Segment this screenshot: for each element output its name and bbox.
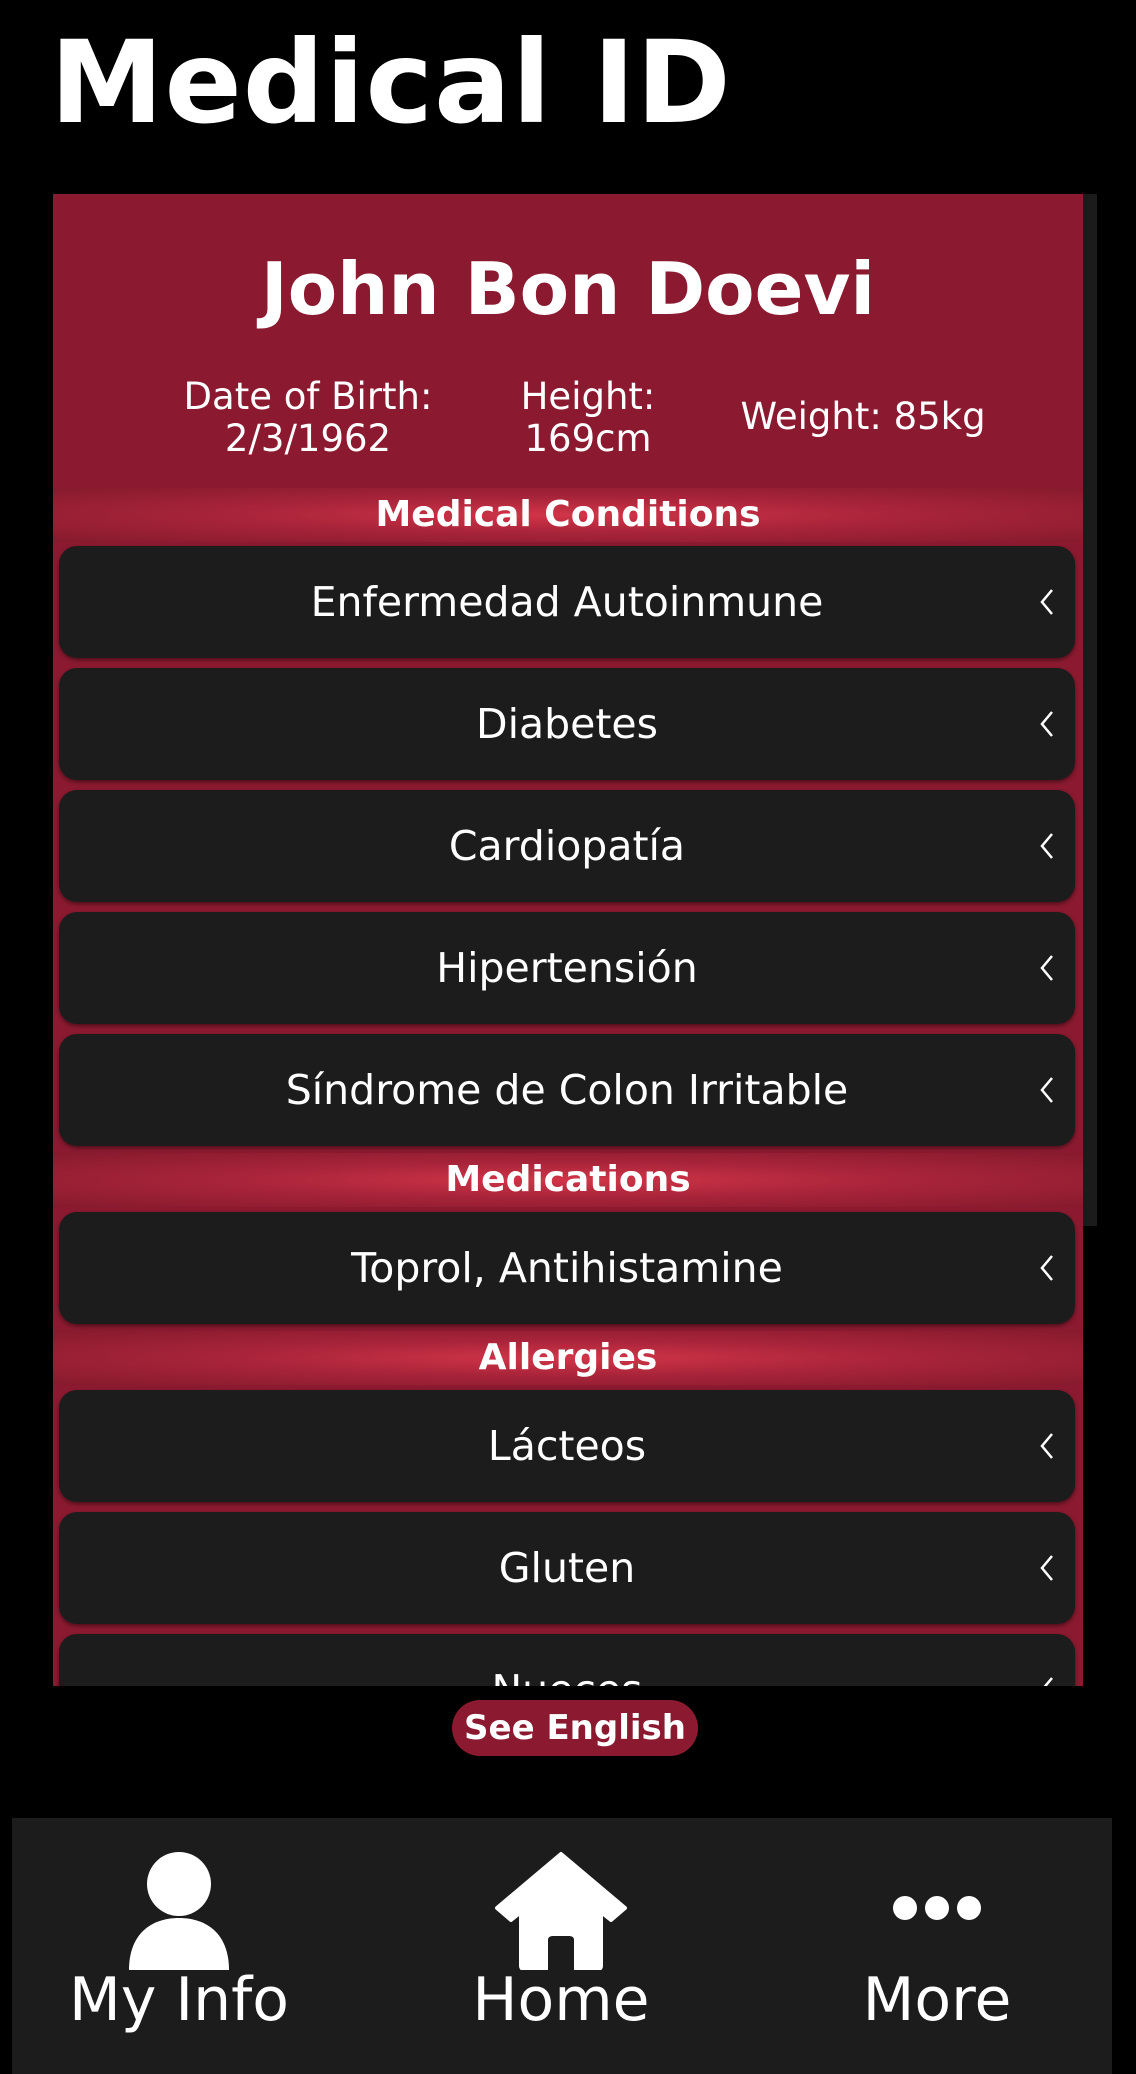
medication-row[interactable]: Toprol, Antihistamine	[59, 1212, 1075, 1324]
tab-my-info[interactable]: My Info	[29, 1818, 329, 2074]
allergy-row[interactable]: Lácteos	[59, 1390, 1075, 1502]
condition-row[interactable]: Síndrome de Colon Irritable	[59, 1034, 1075, 1146]
chevron-left-icon	[1040, 833, 1053, 859]
weight: Weight: 85kg	[740, 395, 986, 438]
medication-label: Toprol, Antihistamine	[351, 1244, 783, 1292]
tab-label-my-info: My Info	[69, 1965, 289, 2035]
chevron-left-icon	[1040, 1077, 1053, 1103]
ellipsis-icon	[893, 1896, 981, 1920]
chevron-left-icon	[1040, 955, 1053, 981]
height-label: Height:	[520, 375, 656, 418]
condition-label: Hipertensión	[436, 944, 698, 992]
condition-label: Síndrome de Colon Irritable	[285, 1066, 849, 1114]
allergy-label: Lácteos	[487, 1422, 647, 1470]
section-header-medical-conditions: Medical Conditions	[53, 488, 1083, 542]
see-english-button[interactable]: See English	[452, 1700, 698, 1756]
tab-bar: My Info Home More	[12, 1818, 1112, 2074]
condition-row[interactable]: Cardiopatía	[59, 790, 1075, 902]
page-title: Medical ID	[50, 16, 732, 149]
tab-label-home: Home	[472, 1965, 650, 2035]
date-of-birth-label: Date of Birth:	[183, 375, 433, 418]
condition-row[interactable]: Diabetes	[59, 668, 1075, 780]
allergy-row[interactable]: Gluten	[59, 1512, 1075, 1624]
date-of-birth-value: 2/3/1962	[224, 417, 392, 460]
chevron-left-icon	[1043, 1677, 1053, 1686]
condition-row[interactable]: Enfermedad Autoinmune	[59, 546, 1075, 658]
allergy-label: Gluten	[498, 1544, 636, 1592]
section-header-medications: Medications	[53, 1153, 1083, 1207]
height: Height: 169cm	[483, 376, 693, 460]
chevron-left-icon	[1040, 1255, 1053, 1281]
house-icon	[495, 1852, 627, 1970]
condition-label: Cardiopatía	[448, 822, 686, 870]
allergy-row[interactable]: Nueces	[59, 1634, 1075, 1686]
tab-home[interactable]: Home	[411, 1818, 711, 2074]
height-value: 169cm	[524, 417, 652, 460]
section-header-allergies: Allergies	[53, 1331, 1083, 1385]
chevron-left-icon	[1040, 1433, 1053, 1459]
condition-label: Enfermedad Autoinmune	[310, 578, 824, 626]
date-of-birth: Date of Birth: 2/3/1962	[173, 376, 443, 460]
chevron-left-icon	[1040, 589, 1053, 615]
patient-name: John Bon Doevi	[260, 247, 876, 331]
tab-more[interactable]: More	[787, 1818, 1087, 2074]
person-icon	[129, 1852, 229, 1970]
condition-row[interactable]: Hipertensión	[59, 912, 1075, 1024]
condition-label: Diabetes	[476, 700, 658, 748]
medical-id-card[interactable]: John Bon Doevi Date of Birth: 2/3/1962 H…	[53, 194, 1083, 1686]
chevron-left-icon	[1040, 1555, 1053, 1581]
allergy-label: Nueces	[59, 1634, 1075, 1686]
chevron-left-icon	[1040, 711, 1053, 737]
tab-label-more: More	[862, 1965, 1012, 2035]
scrollbar[interactable]	[1083, 194, 1097, 1226]
